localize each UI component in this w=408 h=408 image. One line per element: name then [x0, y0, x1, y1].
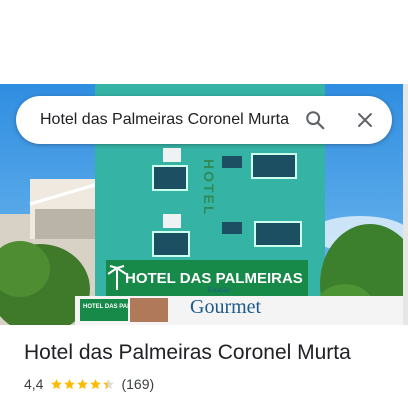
- star-icon: [51, 378, 63, 389]
- gourmet-sign-text: Gourmet: [190, 296, 262, 318]
- close-icon: [358, 113, 372, 127]
- search-icon: [306, 111, 325, 130]
- star-icon: [90, 378, 102, 389]
- place-title[interactable]: Hotel das Palmeiras Coronel Murta: [24, 341, 351, 365]
- search-button[interactable]: [300, 105, 330, 135]
- review-count[interactable]: (169): [121, 376, 154, 392]
- scrollbar[interactable]: [403, 84, 408, 325]
- main-sign-text: HOTEL DAS PALMEIRAS: [125, 270, 303, 287]
- star-icon: [77, 378, 89, 389]
- star-icon: [103, 378, 115, 389]
- clear-button[interactable]: [350, 105, 380, 135]
- star-icon: [64, 378, 76, 389]
- star-rating: [50, 378, 115, 391]
- vertical-sign-text: HOTEL: [201, 159, 217, 216]
- search-input[interactable]: Hotel das Palmeiras Coronel Murta: [40, 96, 289, 144]
- gourmet-small-text: Estação: [208, 288, 230, 294]
- search-bar[interactable]: Hotel das Palmeiras Coronel Murta: [16, 96, 392, 144]
- rating-value: 4,4: [24, 376, 44, 392]
- rating-row[interactable]: 4,4 (169): [24, 375, 154, 393]
